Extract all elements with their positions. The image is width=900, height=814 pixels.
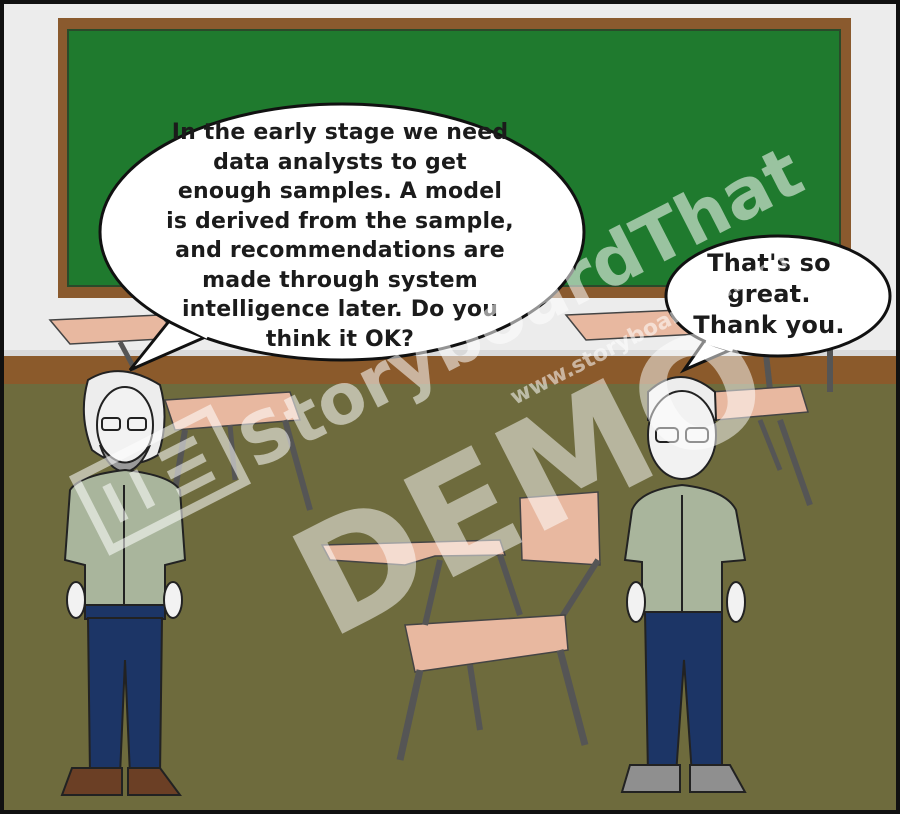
speech-bubble-left: In the early stage we need data analysts… — [140, 118, 540, 354]
speech-bubble-right: That's so great. Thank you. — [684, 248, 854, 341]
bubble-left-line: intelligence later. Do you — [181, 297, 499, 322]
bubble-left-line: made through system — [202, 267, 478, 293]
bubble-left-line: and recommendations are — [175, 238, 505, 263]
bubble-left-line: is derived from the sample, — [166, 208, 514, 234]
bubble-right-line: Thank you. — [693, 311, 845, 339]
comic-panel: In the early stage we need data analysts… — [0, 0, 900, 814]
bubble-right-line: That's so — [707, 249, 831, 277]
bubble-left-line: think it OK? — [265, 326, 415, 352]
bubble-left-line: enough samples. A model — [177, 179, 503, 204]
bubble-left-line: data analysts to get — [213, 149, 467, 175]
bubble-right-line: great. — [727, 280, 811, 308]
bubble-left-line: In the early stage we need — [171, 120, 509, 145]
